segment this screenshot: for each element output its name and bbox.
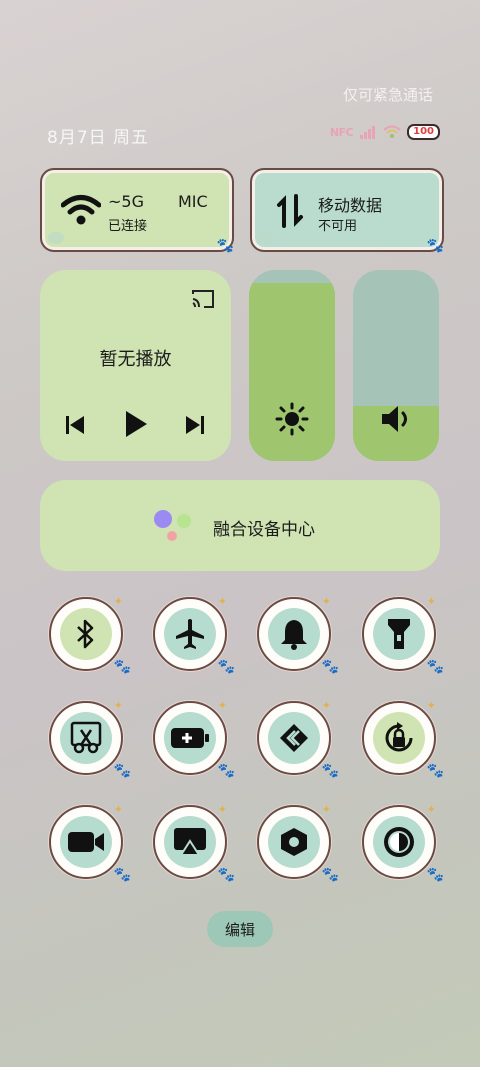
projection-toggle-face — [164, 816, 216, 868]
date-text: 8月7日 周五 — [47, 128, 150, 148]
cat-paw-decoration: 🐾 — [113, 763, 131, 779]
contrast-icon — [382, 825, 416, 859]
bluetooth-toggle[interactable]: ✦ 🐾 — [49, 595, 131, 675]
rotation-lock-toggle-face — [373, 712, 425, 764]
edit-button[interactable]: 编辑 — [207, 911, 273, 947]
bluetooth-toggle-face — [60, 608, 112, 660]
sun-icon — [275, 402, 309, 436]
media-title: 暂无播放 — [99, 349, 172, 370]
speaker-icon — [382, 406, 407, 432]
volume-slider[interactable] — [353, 270, 439, 461]
dark-mode-toggle-face — [373, 816, 425, 868]
data-arrows-icon — [277, 194, 303, 228]
fusion-logo-icon — [154, 510, 191, 541]
nfc-icon: NFC — [329, 125, 354, 139]
next-track-icon[interactable] — [185, 415, 205, 435]
cat-paw-decoration: 🐾 — [321, 763, 339, 779]
screenshot-toggle-face — [60, 712, 112, 764]
sparkle-decoration: ✦ — [113, 595, 123, 608]
sparkle-decoration: ✦ — [426, 803, 436, 816]
cat-paw-decoration: 🐾 — [426, 763, 444, 779]
wifi-status: 已连接 — [108, 219, 148, 234]
flashlight-toggle[interactable]: ✦ 🐾 — [362, 595, 444, 675]
bubble-decoration — [258, 232, 274, 244]
sparkle-decoration: ✦ — [217, 595, 227, 608]
screen-record-toggle[interactable]: ✦ 🐾 — [49, 803, 131, 883]
fusion-device-center-card[interactable]: 融合设备中心 — [40, 480, 440, 571]
cat-paw-decoration: 🐾 — [426, 867, 444, 883]
cat-paw-decoration: 🐾 — [321, 867, 339, 883]
cat-paw-decoration: 🐾 — [216, 238, 234, 254]
sparkle-decoration: ✦ — [217, 803, 227, 816]
nfc-toggle[interactable]: ✦ 🐾 — [257, 803, 339, 883]
sparkle-decoration: ✦ — [113, 803, 123, 816]
rotation-lock-toggle[interactable]: ✦ 🐾 — [362, 699, 444, 779]
battery-indicator: 100 — [407, 124, 440, 140]
screen-record-toggle-face — [60, 816, 112, 868]
mobile-data-tile[interactable]: 移动数据 不可用 🐾 — [250, 168, 444, 254]
nfc-toggle-face — [268, 816, 320, 868]
rotation-lock-icon — [382, 721, 416, 755]
cat-paw-decoration: 🐾 — [426, 659, 444, 675]
video-camera-icon — [67, 830, 105, 854]
projection-toggle[interactable]: ✦ 🐾 — [153, 803, 235, 883]
status-icons: NFC 100 — [330, 124, 440, 140]
fusion-title: 融合设备中心 — [213, 520, 315, 540]
share-toggle-face — [268, 712, 320, 764]
wifi-tile[interactable]: ~5G MIC 已连接 🐾 — [40, 168, 234, 254]
wifi-icon — [61, 195, 101, 225]
sparkle-decoration: ✦ — [217, 699, 227, 712]
screencast-icon — [173, 827, 207, 857]
sparkle-decoration: ✦ — [426, 595, 436, 608]
cast-icon[interactable] — [190, 288, 216, 310]
cat-paw-decoration: 🐾 — [113, 659, 131, 675]
airplane-toggle[interactable]: ✦ 🐾 — [153, 595, 235, 675]
share-toggle[interactable]: ✦ 🐾 — [257, 699, 339, 779]
sparkle-decoration: ✦ — [321, 803, 331, 816]
previous-track-icon[interactable] — [65, 415, 85, 435]
battery-plus-icon — [170, 727, 210, 749]
airplane-toggle-face — [164, 608, 216, 660]
hexagon-nut-icon — [278, 826, 310, 858]
sparkle-decoration: ✦ — [113, 699, 123, 712]
ring-toggle[interactable]: ✦ 🐾 — [257, 595, 339, 675]
sparkle-decoration: ✦ — [321, 699, 331, 712]
cat-paw-decoration: 🐾 — [217, 659, 235, 675]
wifi-status-icon — [383, 125, 401, 138]
brightness-slider[interactable] — [249, 270, 335, 461]
power-saving-toggle[interactable]: ✦ 🐾 — [153, 699, 235, 779]
flashlight-icon — [386, 617, 412, 651]
cat-paw-decoration: 🐾 — [217, 867, 235, 883]
mobile-data-status: 不可用 — [318, 219, 358, 234]
share-icon — [278, 722, 310, 754]
flashlight-toggle-face — [373, 608, 425, 660]
cat-paw-decoration: 🐾 — [426, 238, 444, 254]
bubble-decoration — [48, 232, 64, 244]
sparkle-decoration: ✦ — [426, 699, 436, 712]
emergency-call-text: 仅可紧急通话 — [342, 86, 433, 104]
bell-icon — [279, 618, 309, 650]
mobile-data-title: 移动数据 — [318, 196, 383, 215]
play-icon[interactable] — [124, 410, 148, 438]
media-player-card[interactable]: 暂无播放 — [40, 270, 231, 461]
bluetooth-icon — [73, 619, 99, 649]
power-saving-toggle-face — [164, 712, 216, 764]
airplane-icon — [173, 617, 207, 651]
cat-paw-decoration: 🐾 — [217, 763, 235, 779]
dark-mode-toggle[interactable]: ✦ 🐾 — [362, 803, 444, 883]
wifi-title: ~5G — [108, 192, 144, 211]
scissors-icon — [70, 721, 102, 755]
screenshot-toggle[interactable]: ✦ 🐾 — [49, 699, 131, 779]
signal-icon — [360, 126, 376, 139]
sparkle-decoration: ✦ — [321, 595, 331, 608]
cat-paw-decoration: 🐾 — [113, 867, 131, 883]
wifi-title-extra: MIC — [178, 192, 208, 211]
cat-paw-decoration: 🐾 — [321, 659, 339, 675]
ring-toggle-face — [268, 608, 320, 660]
